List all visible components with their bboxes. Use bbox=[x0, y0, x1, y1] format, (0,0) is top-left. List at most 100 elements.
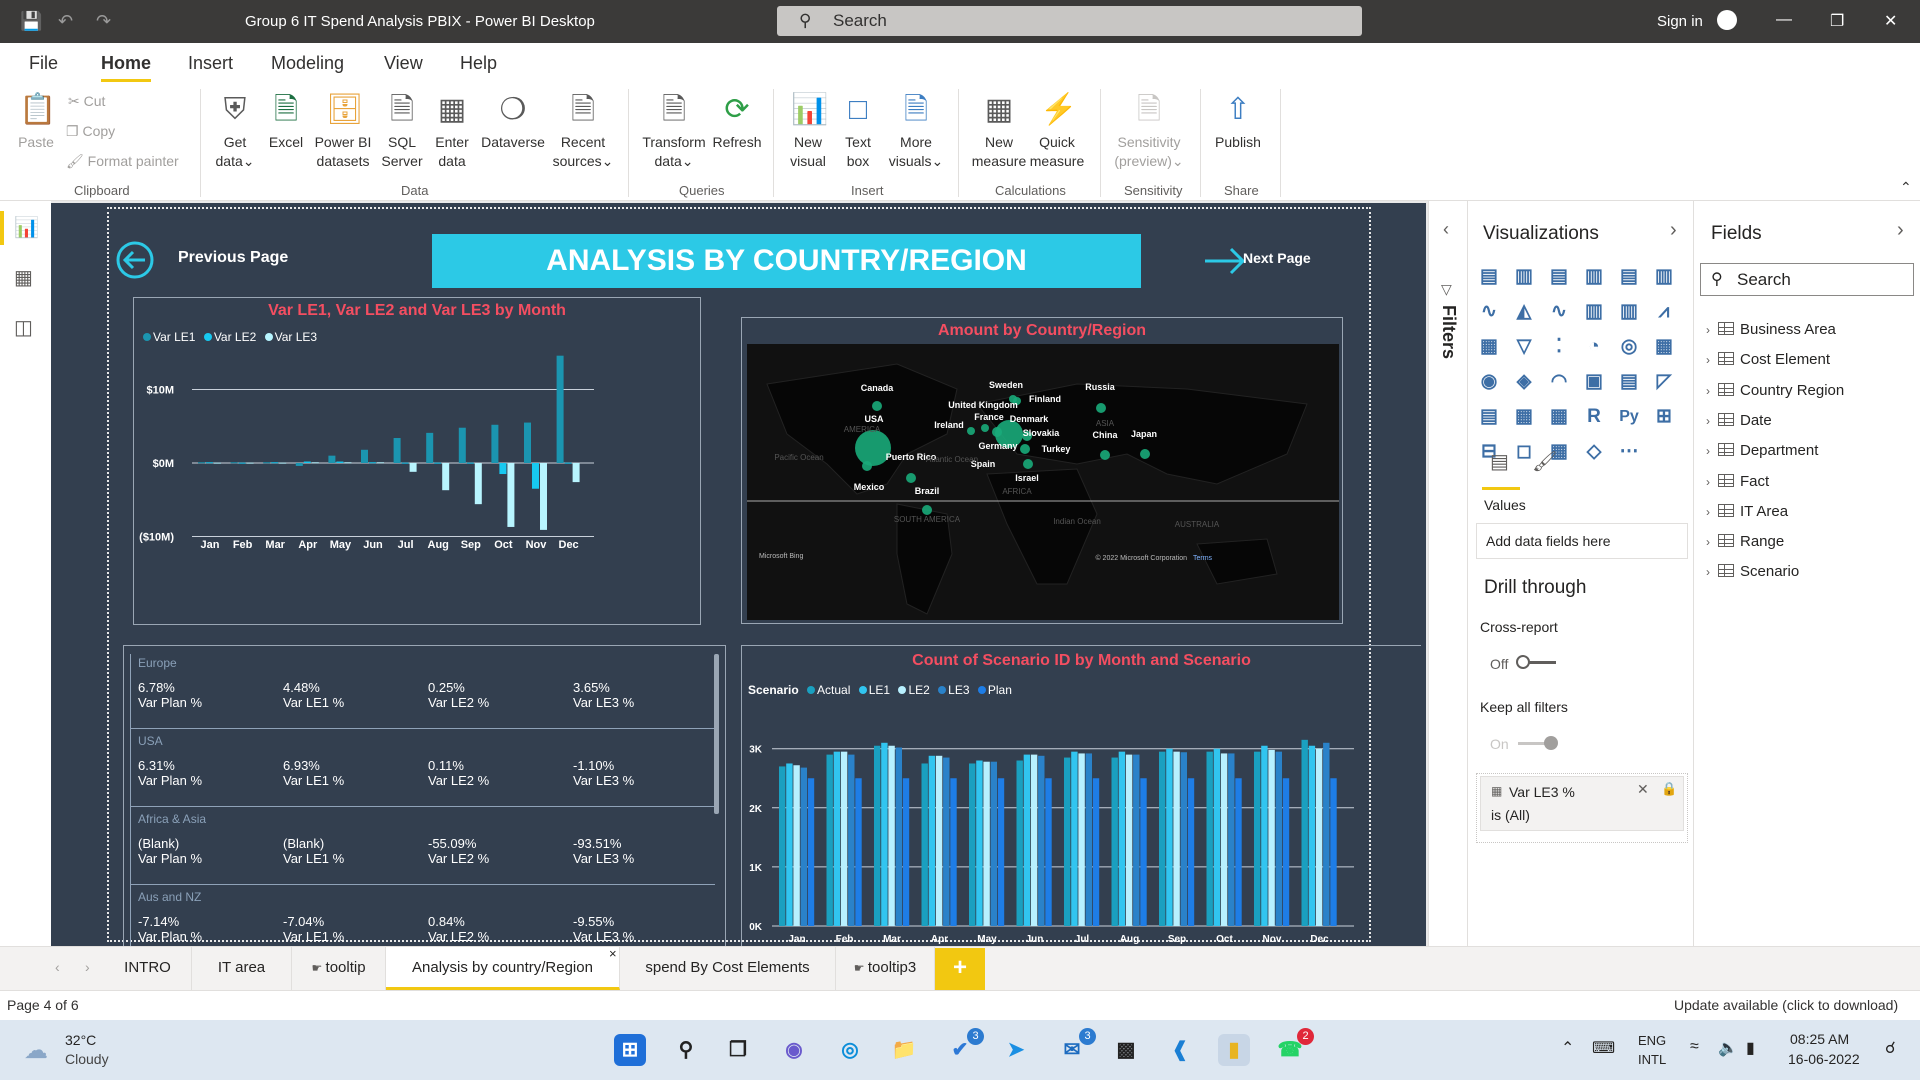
new-measure-button[interactable]: ▦ New measure bbox=[968, 91, 1030, 171]
field-table-scenario[interactable]: › Scenario bbox=[1706, 563, 1799, 580]
undo-icon[interactable]: ↶ bbox=[58, 11, 73, 32]
todo-icon[interactable]: ✔ 3 bbox=[944, 1028, 984, 1066]
scenario-chart[interactable]: Count of Scenario ID by Month and Scenar… bbox=[741, 645, 1421, 948]
recent-sources-button[interactable]: 🗎 Recent sources⌄ bbox=[550, 91, 616, 171]
viz-type-icon[interactable]: ▦ bbox=[1546, 404, 1572, 430]
quick-measure-button[interactable]: ⚡ Quick measure bbox=[1028, 91, 1086, 171]
vscode-icon[interactable]: ❰ bbox=[1164, 1034, 1196, 1066]
redo-icon[interactable]: ↷ bbox=[96, 11, 111, 32]
text-box-button[interactable]: □ Text box bbox=[836, 91, 880, 171]
previous-page-icon[interactable] bbox=[115, 240, 155, 280]
power-bi-icon[interactable]: ▮ bbox=[1218, 1034, 1250, 1066]
viz-type-icon[interactable]: ▦ bbox=[1476, 334, 1502, 360]
viz-type-icon[interactable]: ◎ bbox=[1616, 334, 1642, 360]
restore-icon[interactable]: ❐ bbox=[1830, 11, 1844, 31]
avatar[interactable] bbox=[1717, 10, 1737, 30]
tab-analysis-by-country[interactable]: Analysis by country/Region × bbox=[386, 946, 620, 990]
sql-server-button[interactable]: 🗎 SQL Server bbox=[380, 91, 424, 171]
region-matrix[interactable]: Europe 6.78% Var Plan % 4.48% Var LE1 % 0.25%… bbox=[123, 645, 726, 948]
world-map[interactable]: CanadaUSAMexicoPuerto RicoBrazilIrelandU… bbox=[747, 344, 1339, 620]
matrix-cell[interactable]: -7.14% Var Plan % bbox=[138, 914, 202, 944]
matrix-cell[interactable]: 4.48% Var LE1 % bbox=[283, 680, 344, 710]
get-data-button[interactable]: ⛨ Get data⌄ bbox=[210, 91, 260, 171]
matrix-cell[interactable]: 0.25% Var LE2 % bbox=[428, 680, 489, 710]
viz-type-icon[interactable]: ▥ bbox=[1616, 299, 1642, 325]
minimize-icon[interactable]: — bbox=[1776, 11, 1792, 29]
clock-time[interactable]: 08:25 AM bbox=[1790, 1031, 1849, 1047]
weather-text[interactable]: Cloudy bbox=[65, 1051, 109, 1067]
matrix-cell[interactable]: (Blank) Var LE1 % bbox=[283, 836, 344, 866]
refresh-button[interactable]: ⟳ Refresh bbox=[710, 91, 764, 152]
matrix-cell[interactable]: 6.78% Var Plan % bbox=[138, 680, 202, 710]
viz-type-icon[interactable]: ⁚ bbox=[1546, 334, 1572, 360]
language-secondary[interactable]: INTL bbox=[1638, 1052, 1666, 1067]
viz-type-icon[interactable]: ▤ bbox=[1476, 404, 1502, 430]
file-explorer-icon[interactable]: 📁 bbox=[888, 1034, 920, 1066]
viz-type-icon[interactable]: ▽ bbox=[1511, 334, 1537, 360]
battery-icon[interactable]: ▮ bbox=[1746, 1038, 1755, 1058]
wifi-icon[interactable]: ≈ bbox=[1690, 1038, 1699, 1056]
collapse-fields-icon[interactable]: › bbox=[1897, 219, 1904, 242]
matrix-cell[interactable]: -55.09% Var LE2 % bbox=[428, 836, 489, 866]
viz-type-icon[interactable]: ▤ bbox=[1546, 264, 1572, 290]
excel-button[interactable]: 🗎 Excel bbox=[266, 91, 306, 152]
viz-type-icon[interactable]: ▥ bbox=[1511, 264, 1537, 290]
field-table-it-area[interactable]: › IT Area bbox=[1706, 503, 1788, 520]
language-primary[interactable]: ENG bbox=[1638, 1033, 1666, 1048]
dataverse-button[interactable]: ❍ Dataverse bbox=[478, 91, 548, 152]
viz-type-icon[interactable]: ◭ bbox=[1511, 299, 1537, 325]
viz-type-icon[interactable]: ▤ bbox=[1616, 369, 1642, 395]
fields-search-input[interactable]: ⚲ Search bbox=[1700, 263, 1914, 296]
viz-type-icon[interactable]: ▥ bbox=[1651, 264, 1677, 290]
menu-modeling[interactable]: Modeling bbox=[271, 53, 344, 74]
var-le-chart[interactable]: Var LE1, Var LE2 and Var LE3 by Month Va… bbox=[133, 297, 701, 625]
viz-type-icon[interactable]: ◈ bbox=[1511, 369, 1537, 395]
model-view-icon[interactable]: ◫ bbox=[14, 315, 33, 340]
search-icon[interactable]: ⚲ bbox=[670, 1034, 702, 1066]
remove-filter-icon[interactable]: ✕ bbox=[1637, 781, 1649, 798]
update-link[interactable]: Update available (click to download) bbox=[1674, 997, 1898, 1013]
matrix-cell[interactable]: 3.65% Var LE3 % bbox=[573, 680, 634, 710]
publish-button[interactable]: ⇧ Publish bbox=[1208, 91, 1268, 152]
edge-icon[interactable]: ◎ bbox=[834, 1034, 866, 1066]
task-view-icon[interactable]: ❐ bbox=[722, 1034, 754, 1066]
matrix-cell[interactable]: -9.55% Var LE3 % bbox=[573, 914, 634, 944]
viz-type-icon[interactable]: ▦ bbox=[1511, 404, 1537, 430]
viz-type-icon[interactable]: ◠ bbox=[1546, 369, 1572, 395]
filters-pane-collapsed[interactable]: ‹ ▽ Filters bbox=[1428, 201, 1468, 946]
clock-date[interactable]: 16-06-2022 bbox=[1788, 1051, 1860, 1067]
whatsapp-icon[interactable]: ☎ 2 bbox=[1274, 1028, 1314, 1066]
tab-tooltip3[interactable]: ☛ tooltip3 bbox=[836, 947, 935, 990]
matrix-cell[interactable]: 6.93% Var LE1 % bbox=[283, 758, 344, 788]
keyboard-icon[interactable]: ⌨ bbox=[1592, 1038, 1615, 1058]
show-hidden-icons[interactable]: ⌃ bbox=[1561, 1038, 1574, 1058]
new-visual-button[interactable]: 📊 New visual bbox=[786, 91, 830, 171]
menu-insert[interactable]: Insert bbox=[188, 53, 233, 74]
mail-icon[interactable]: ✉ 3 bbox=[1056, 1028, 1096, 1066]
power-bi-datasets-button[interactable]: 🗄 Power BI datasets bbox=[310, 91, 376, 171]
viz-type-icon[interactable]: ⩘ bbox=[1651, 299, 1677, 325]
next-page-button[interactable]: Next Page bbox=[1243, 250, 1311, 266]
add-page-button[interactable]: + bbox=[935, 948, 985, 990]
fields-well-icon[interactable]: ▤ bbox=[1490, 449, 1509, 474]
viz-type-icon[interactable]: ∿ bbox=[1546, 299, 1572, 325]
next-page-icon[interactable] bbox=[1203, 239, 1247, 283]
matrix-cell[interactable]: -7.04% Var LE1 % bbox=[283, 914, 344, 944]
save-icon[interactable]: 💾 bbox=[20, 11, 42, 32]
paste-button[interactable]: 📋 Paste bbox=[14, 91, 58, 152]
viz-type-icon[interactable]: R bbox=[1581, 404, 1607, 430]
tab-spend-by-cost-elements[interactable]: spend By Cost Elements bbox=[620, 947, 836, 990]
tab-it-area[interactable]: IT area bbox=[192, 947, 292, 990]
notification-icon[interactable]: ☌ bbox=[1885, 1038, 1896, 1058]
map-visual[interactable]: Amount by Country/Region Canada USA Mexico… bbox=[741, 317, 1343, 624]
field-table-range[interactable]: › Range bbox=[1706, 533, 1784, 550]
menu-view[interactable]: View bbox=[384, 53, 423, 74]
tab-tooltip[interactable]: ☛ tooltip bbox=[292, 947, 386, 990]
lock-icon[interactable]: 🔒 bbox=[1661, 781, 1677, 797]
viz-type-icon[interactable]: ▥ bbox=[1581, 264, 1607, 290]
field-table-date[interactable]: › Date bbox=[1706, 412, 1772, 429]
matrix-scrollbar[interactable] bbox=[714, 654, 719, 814]
sensitivity-button[interactable]: 🗎 Sensitivity (preview)⌄ bbox=[1106, 91, 1192, 171]
collapse-viz-icon[interactable]: › bbox=[1670, 219, 1677, 242]
data-view-icon[interactable]: ▦ bbox=[14, 265, 33, 290]
